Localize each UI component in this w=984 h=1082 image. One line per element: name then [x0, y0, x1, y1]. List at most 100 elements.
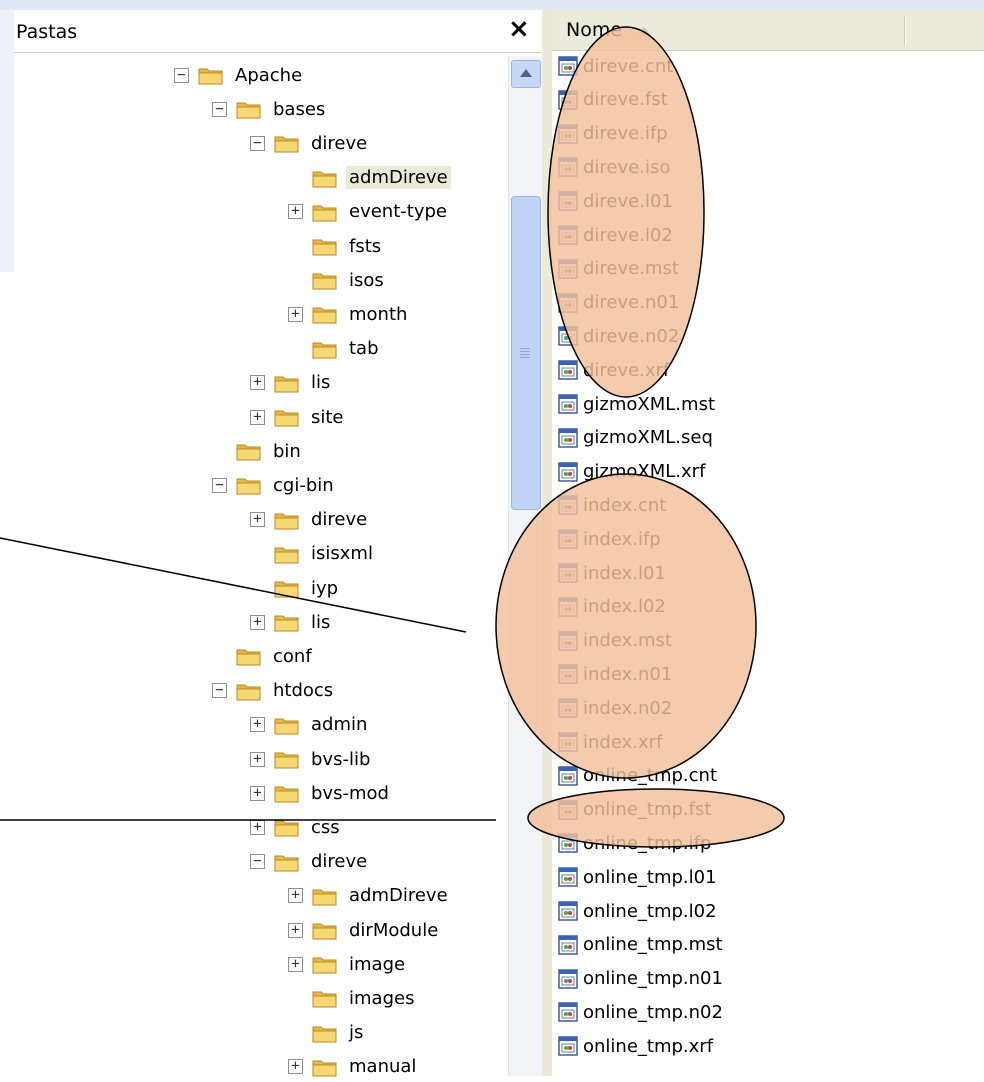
file-item[interactable]: online_tmp.mst [558, 930, 723, 960]
tree-item[interactable]: + month [288, 299, 410, 329]
file-item[interactable]: online_tmp.fst [558, 795, 711, 825]
file-item[interactable]: index.ifp [558, 524, 661, 554]
expand-icon[interactable]: + [250, 512, 265, 528]
file-name: online_tmp.cnt [583, 765, 718, 787]
tree-item[interactable]: + dirModule [288, 915, 441, 945]
file-item[interactable]: direve.fst [558, 85, 668, 115]
expand-icon[interactable]: + [250, 717, 265, 733]
file-item[interactable]: online_tmp.n01 [558, 964, 723, 994]
collapse-icon[interactable]: − [174, 67, 189, 83]
tree-item[interactable]: tab [288, 334, 382, 364]
tree-item[interactable]: + bvs-mod [250, 778, 392, 808]
expand-icon[interactable]: + [288, 1059, 303, 1075]
expand-icon[interactable]: + [288, 204, 303, 220]
tree-item[interactable]: − bases [212, 94, 328, 124]
tree-item[interactable]: + image [288, 949, 408, 979]
expand-icon[interactable]: + [288, 956, 303, 972]
tree-item[interactable]: bin [212, 436, 304, 466]
tree-item[interactable]: fsts [288, 231, 384, 261]
file-name: direve.cnt [583, 55, 674, 77]
file-item[interactable]: online_tmp.l02 [558, 896, 717, 926]
file-item[interactable]: index.n02 [558, 693, 672, 723]
file-item[interactable]: gizmoXML.mst [558, 389, 715, 419]
tree-item[interactable]: + lis [250, 607, 333, 637]
expand-icon[interactable]: + [250, 375, 265, 391]
close-icon[interactable]: × [508, 16, 530, 42]
file-item[interactable]: direve.mst [558, 254, 679, 284]
file-item[interactable]: index.n01 [558, 659, 672, 689]
tree-item[interactable]: − Apache [174, 60, 305, 90]
folder-icon [312, 1023, 338, 1043]
tree-item[interactable]: + manual [288, 1052, 419, 1082]
tree-item-label: dirModule [349, 919, 439, 941]
tree-item[interactable]: images [288, 983, 417, 1013]
tree-item[interactable]: − cgi-bin [212, 470, 337, 500]
file-item[interactable]: online_tmp.ifp [558, 828, 711, 858]
collapse-icon[interactable]: − [250, 854, 265, 870]
tree-item-label: iyp [311, 577, 339, 599]
tree-item[interactable]: − direve [250, 847, 370, 877]
expand-icon[interactable]: + [250, 409, 265, 425]
collapse-icon[interactable]: − [212, 101, 227, 117]
tree-item[interactable]: + admin [250, 710, 370, 740]
collapse-icon[interactable]: − [212, 683, 227, 699]
expand-icon[interactable]: + [250, 614, 265, 630]
tree-item[interactable]: admDireve [288, 163, 451, 193]
file-item[interactable]: direve.cnt [558, 51, 673, 81]
tree-item[interactable]: + site [250, 402, 347, 432]
tree-item[interactable]: + css [250, 812, 343, 842]
file-item[interactable]: index.xrf [558, 727, 662, 757]
tree-item[interactable]: js [288, 1018, 366, 1048]
file-icon [558, 123, 578, 144]
expand-icon[interactable]: + [250, 819, 265, 835]
tree-item[interactable]: isisxml [250, 539, 376, 569]
file-name: direve.n02 [583, 325, 680, 347]
file-item[interactable]: direve.iso [558, 152, 670, 182]
collapse-icon[interactable]: − [250, 135, 265, 151]
file-item[interactable]: direve.n02 [558, 321, 679, 351]
file-item[interactable]: direve.l01 [558, 186, 673, 216]
file-item[interactable]: index.mst [558, 626, 672, 656]
file-icon [558, 259, 578, 279]
expand-icon[interactable]: + [250, 751, 265, 767]
tree-item[interactable]: + bvs-lib [250, 744, 373, 774]
file-name: direve.n01 [583, 292, 680, 314]
folder-icon [236, 475, 262, 495]
file-item[interactable]: index.l01 [558, 558, 666, 588]
file-item[interactable]: online_tmp.cnt [558, 761, 717, 791]
scroll-up-button[interactable] [511, 60, 541, 88]
file-item[interactable]: index.cnt [558, 490, 666, 520]
column-header-name[interactable]: Nome [552, 10, 984, 51]
file-item[interactable]: gizmoXML.seq [558, 423, 713, 453]
vertical-scrollbar[interactable] [508, 56, 543, 1076]
file-name: direve.mst [583, 258, 679, 280]
file-item[interactable]: gizmoXML.xrf [558, 457, 705, 487]
expand-icon[interactable]: + [288, 888, 303, 904]
file-item[interactable]: online_tmp.xrf [558, 1031, 713, 1061]
file-item[interactable]: online_tmp.l01 [558, 862, 717, 892]
tree-item[interactable]: iyp [250, 573, 341, 603]
file-item[interactable]: direve.l02 [558, 220, 673, 250]
pane-splitter[interactable] [542, 10, 552, 1076]
tree-item[interactable]: + event-type [288, 197, 450, 227]
expand-icon[interactable]: + [250, 785, 265, 801]
tree-item[interactable]: isos [288, 265, 387, 295]
expand-icon[interactable]: + [288, 922, 303, 938]
file-item[interactable]: direve.xrf [558, 355, 669, 385]
tree-item[interactable]: − direve [250, 128, 370, 158]
tree-item-label: bin [273, 440, 301, 462]
expand-icon[interactable]: + [288, 306, 303, 322]
tree-item[interactable]: − htdocs [212, 676, 336, 706]
tree-item[interactable]: + lis [250, 368, 333, 398]
file-item[interactable]: index.l02 [558, 592, 666, 622]
folder-tree[interactable]: − Apache − bases − direve admDireve + event-type… [14, 56, 510, 1077]
file-item[interactable]: direve.ifp [558, 119, 668, 149]
tree-item[interactable]: + admDireve [288, 881, 451, 911]
folder-icon [274, 612, 300, 632]
file-item[interactable]: online_tmp.n02 [558, 997, 723, 1027]
file-item[interactable]: direve.n01 [558, 288, 679, 318]
tree-item-label: admDireve [346, 166, 451, 190]
collapse-icon[interactable]: − [212, 477, 227, 493]
tree-item[interactable]: + direve [250, 505, 370, 535]
tree-item[interactable]: conf [212, 641, 315, 671]
